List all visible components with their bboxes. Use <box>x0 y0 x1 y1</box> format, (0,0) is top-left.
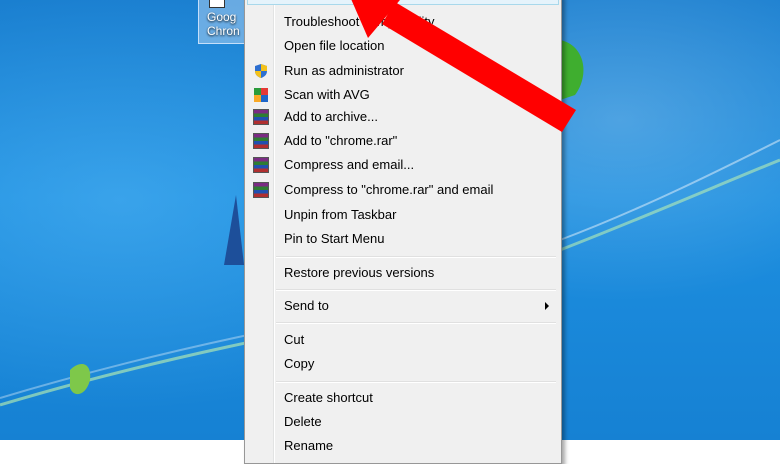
menu-item-label: Rename <box>284 438 334 453</box>
annotation-arrow-icon <box>351 0 576 132</box>
